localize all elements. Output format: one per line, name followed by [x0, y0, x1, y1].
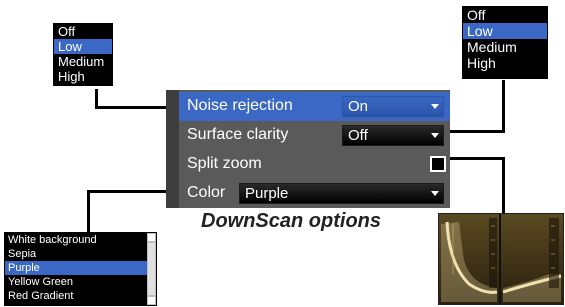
chevron-down-icon: [431, 104, 439, 109]
color-option-white-background[interactable]: White background: [5, 233, 148, 247]
noise-option-off[interactable]: Off: [54, 24, 112, 39]
noise-rejection-dropdown[interactable]: On: [342, 96, 444, 117]
noise-option-low[interactable]: Low: [54, 39, 112, 54]
surface-clarity-popup: Off Low Medium High: [462, 6, 548, 79]
menu-row-surface-clarity[interactable]: Surface clarity Off: [179, 121, 450, 150]
callout-line-split-vertical: [502, 157, 505, 213]
downscan-options-menu: Noise rejection On Surface clarity Off S…: [166, 90, 450, 208]
noise-rejection-label: Noise rejection: [187, 97, 293, 114]
noise-rejection-popup: Off Low Medium High: [53, 23, 113, 86]
color-dropdown[interactable]: Purple: [239, 183, 444, 204]
callout-line-split-horizontal: [450, 157, 505, 160]
surface-clarity-label: Surface clarity: [187, 126, 289, 143]
menu-row-noise-rejection[interactable]: Noise rejection On: [179, 92, 450, 121]
scroll-up-arrow-icon[interactable]: [148, 234, 155, 241]
menu-row-color[interactable]: Color Purple: [179, 179, 450, 208]
color-list-scrollbar[interactable]: [147, 233, 156, 305]
color-option-red-gradient[interactable]: Red Gradient: [5, 289, 148, 303]
scroll-thumb[interactable]: [148, 243, 155, 295]
chevron-down-icon: [431, 133, 439, 138]
split-zoom-sonar-preview: [438, 213, 564, 305]
color-option-sepia[interactable]: Sepia: [5, 247, 148, 261]
clarity-option-medium[interactable]: Medium: [463, 39, 547, 55]
color-label: Color: [187, 184, 226, 201]
color-popup-list: White background Sepia Purple Yellow Gre…: [4, 232, 157, 306]
menu-row-split-zoom[interactable]: Split zoom: [179, 150, 450, 179]
scroll-down-arrow-icon[interactable]: [148, 297, 155, 304]
chevron-down-icon: [431, 191, 439, 196]
split-zoom-checkbox[interactable]: [430, 156, 446, 172]
callout-line-clarity-vertical: [502, 80, 505, 133]
color-option-purple[interactable]: Purple: [5, 261, 148, 275]
callout-line-clarity-horizontal: [450, 130, 505, 133]
color-value: Purple: [245, 185, 289, 202]
clarity-option-high[interactable]: High: [463, 55, 547, 71]
menu-side-strip: [166, 90, 179, 208]
surface-clarity-dropdown[interactable]: Off: [342, 125, 444, 146]
surface-clarity-value: Off: [348, 127, 368, 144]
caption-title: DownScan options: [201, 210, 381, 232]
split-zoom-label: Split zoom: [187, 155, 262, 172]
clarity-option-low[interactable]: Low: [463, 23, 547, 39]
clarity-option-off[interactable]: Off: [463, 7, 547, 23]
noise-option-high[interactable]: High: [54, 69, 112, 84]
color-option-yellow-green[interactable]: Yellow Green: [5, 275, 148, 289]
noise-rejection-value: On: [348, 98, 369, 115]
callout-line-color-vertical: [87, 190, 90, 232]
noise-option-medium[interactable]: Medium: [54, 54, 112, 69]
sonar-image: [439, 214, 563, 304]
